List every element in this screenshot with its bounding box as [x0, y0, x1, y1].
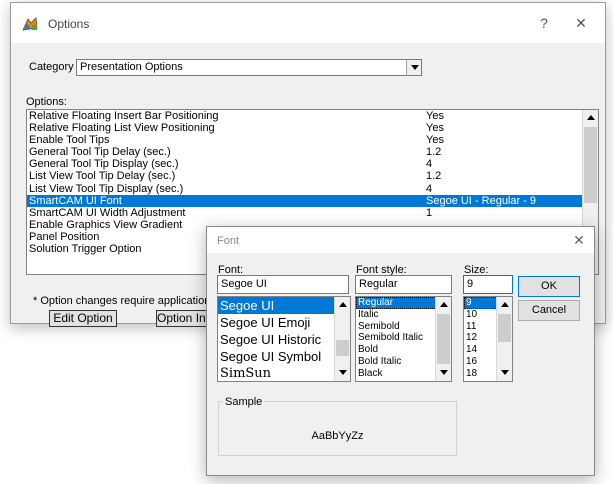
- option-name: List View Tool Tip Display (sec.): [29, 182, 184, 195]
- option-row[interactable]: Relative Floating List View Positioning Y…: [27, 122, 598, 134]
- sample-preview-text: AaBbYyZz: [311, 430, 364, 442]
- option-name: Solution Trigger Option: [29, 243, 142, 256]
- font-list-item[interactable]: Segoe UI Symbol: [218, 348, 350, 365]
- option-name: General Tool Tip Display (sec.): [29, 158, 179, 171]
- option-value: Segoe UI - Regular - 9: [426, 194, 537, 207]
- smartcam-app-icon: [22, 17, 38, 31]
- option-value: Yes: [426, 134, 444, 147]
- option-row[interactable]: SmartCAM UI Width Adjustment 1: [27, 207, 598, 219]
- option-row[interactable]: General Tool Tip Delay (sec.) 1.2: [27, 146, 598, 158]
- option-name: List View Tool Tip Delay (sec.): [29, 170, 176, 183]
- font-list-item[interactable]: SimSun: [218, 365, 350, 381]
- font-style-list[interactable]: Regular Italic Semibold Semibold Italic Bold…: [355, 296, 452, 382]
- options-title: Options: [48, 17, 90, 31]
- scroll-thumb[interactable]: [584, 127, 597, 203]
- sample-group: AaBbYyZz: [218, 401, 457, 456]
- option-value: 1.2: [426, 146, 442, 159]
- options-label: Options:: [26, 96, 67, 108]
- options-titlebar[interactable]: Options ? ✕: [11, 3, 605, 43]
- option-row[interactable]: SmartCAM UI Font Segoe UI - Regular - 9: [27, 194, 598, 207]
- category-dropdown[interactable]: Presentation Options: [76, 59, 422, 76]
- category-label: Category: [29, 61, 74, 73]
- option-value: 4: [426, 182, 433, 195]
- restart-footnote: * Option changes require application: [33, 295, 211, 307]
- option-name: Relative Floating List View Positioning: [29, 122, 215, 135]
- edit-option-button[interactable]: Edit Option: [49, 310, 117, 327]
- sample-label: Sample: [223, 396, 265, 408]
- scroll-up-arrow-icon[interactable]: [436, 297, 451, 313]
- option-name: Panel Position: [29, 230, 100, 243]
- option-name: General Tool Tip Delay (sec.): [29, 146, 171, 159]
- scroll-down-arrow-icon[interactable]: [335, 365, 350, 381]
- font-dialog-title: Font: [217, 235, 240, 247]
- scroll-up-arrow-icon[interactable]: [583, 110, 598, 126]
- option-row[interactable]: General Tool Tip Display (sec.) 4: [27, 158, 598, 170]
- scroll-up-arrow-icon[interactable]: [335, 297, 350, 313]
- option-name: Enable Graphics View Gradient: [29, 218, 183, 231]
- scroll-thumb[interactable]: [437, 314, 450, 364]
- font-size-list[interactable]: 9 10 11 12 14 16 18: [463, 296, 513, 382]
- style-list-scrollbar[interactable]: [435, 297, 451, 381]
- option-row[interactable]: Enable Tool Tips Yes: [27, 134, 598, 146]
- option-name: Relative Floating Insert Bar Positioning: [29, 110, 219, 122]
- option-row[interactable]: List View Tool Tip Display (sec.) 4: [27, 183, 598, 195]
- size-list-scrollbar[interactable]: [496, 297, 512, 381]
- font-dialog-titlebar[interactable]: Font ✕: [207, 227, 594, 253]
- option-value: 1.2: [426, 170, 442, 183]
- option-row[interactable]: List View Tool Tip Delay (sec.) 1.2: [27, 170, 598, 182]
- font-size-input[interactable]: 9: [463, 275, 513, 294]
- option-name: SmartCAM UI Width Adjustment: [29, 206, 186, 219]
- option-value: 1: [426, 206, 433, 219]
- font-name-list[interactable]: Segoe UI Segoe UI Emoji Segoe UI Historic S…: [217, 296, 351, 382]
- chevron-down-icon[interactable]: [406, 60, 421, 75]
- scroll-down-arrow-icon[interactable]: [436, 365, 451, 381]
- option-value: Yes: [426, 110, 444, 122]
- font-list-item[interactable]: Segoe UI Emoji: [218, 314, 350, 331]
- font-style-input[interactable]: Regular: [355, 275, 452, 294]
- cancel-button[interactable]: Cancel: [518, 300, 580, 321]
- font-list-scrollbar[interactable]: [334, 297, 350, 381]
- option-value: Yes: [426, 122, 444, 135]
- ok-button[interactable]: OK: [518, 276, 580, 297]
- close-button[interactable]: ✕: [569, 11, 593, 35]
- option-name: SmartCAM UI Font: [29, 194, 122, 207]
- font-dialog: Font ✕ Font: Segoe UI Segoe UI Segoe UI E…: [206, 226, 595, 476]
- scroll-thumb[interactable]: [498, 314, 511, 342]
- scroll-thumb[interactable]: [336, 340, 349, 356]
- category-value: Presentation Options: [80, 61, 183, 73]
- option-value: 4: [426, 158, 433, 171]
- option-row[interactable]: Relative Floating Insert Bar Positioning…: [27, 110, 598, 122]
- font-list-item[interactable]: Segoe UI Historic: [218, 331, 350, 348]
- font-dialog-close-icon[interactable]: ✕: [570, 231, 588, 249]
- option-name: Enable Tool Tips: [29, 134, 110, 147]
- scroll-down-arrow-icon[interactable]: [497, 365, 512, 381]
- scroll-up-arrow-icon[interactable]: [497, 297, 512, 313]
- font-list-item[interactable]: Segoe UI: [218, 297, 350, 314]
- help-button[interactable]: ?: [532, 11, 556, 35]
- font-name-input[interactable]: Segoe UI: [217, 275, 349, 294]
